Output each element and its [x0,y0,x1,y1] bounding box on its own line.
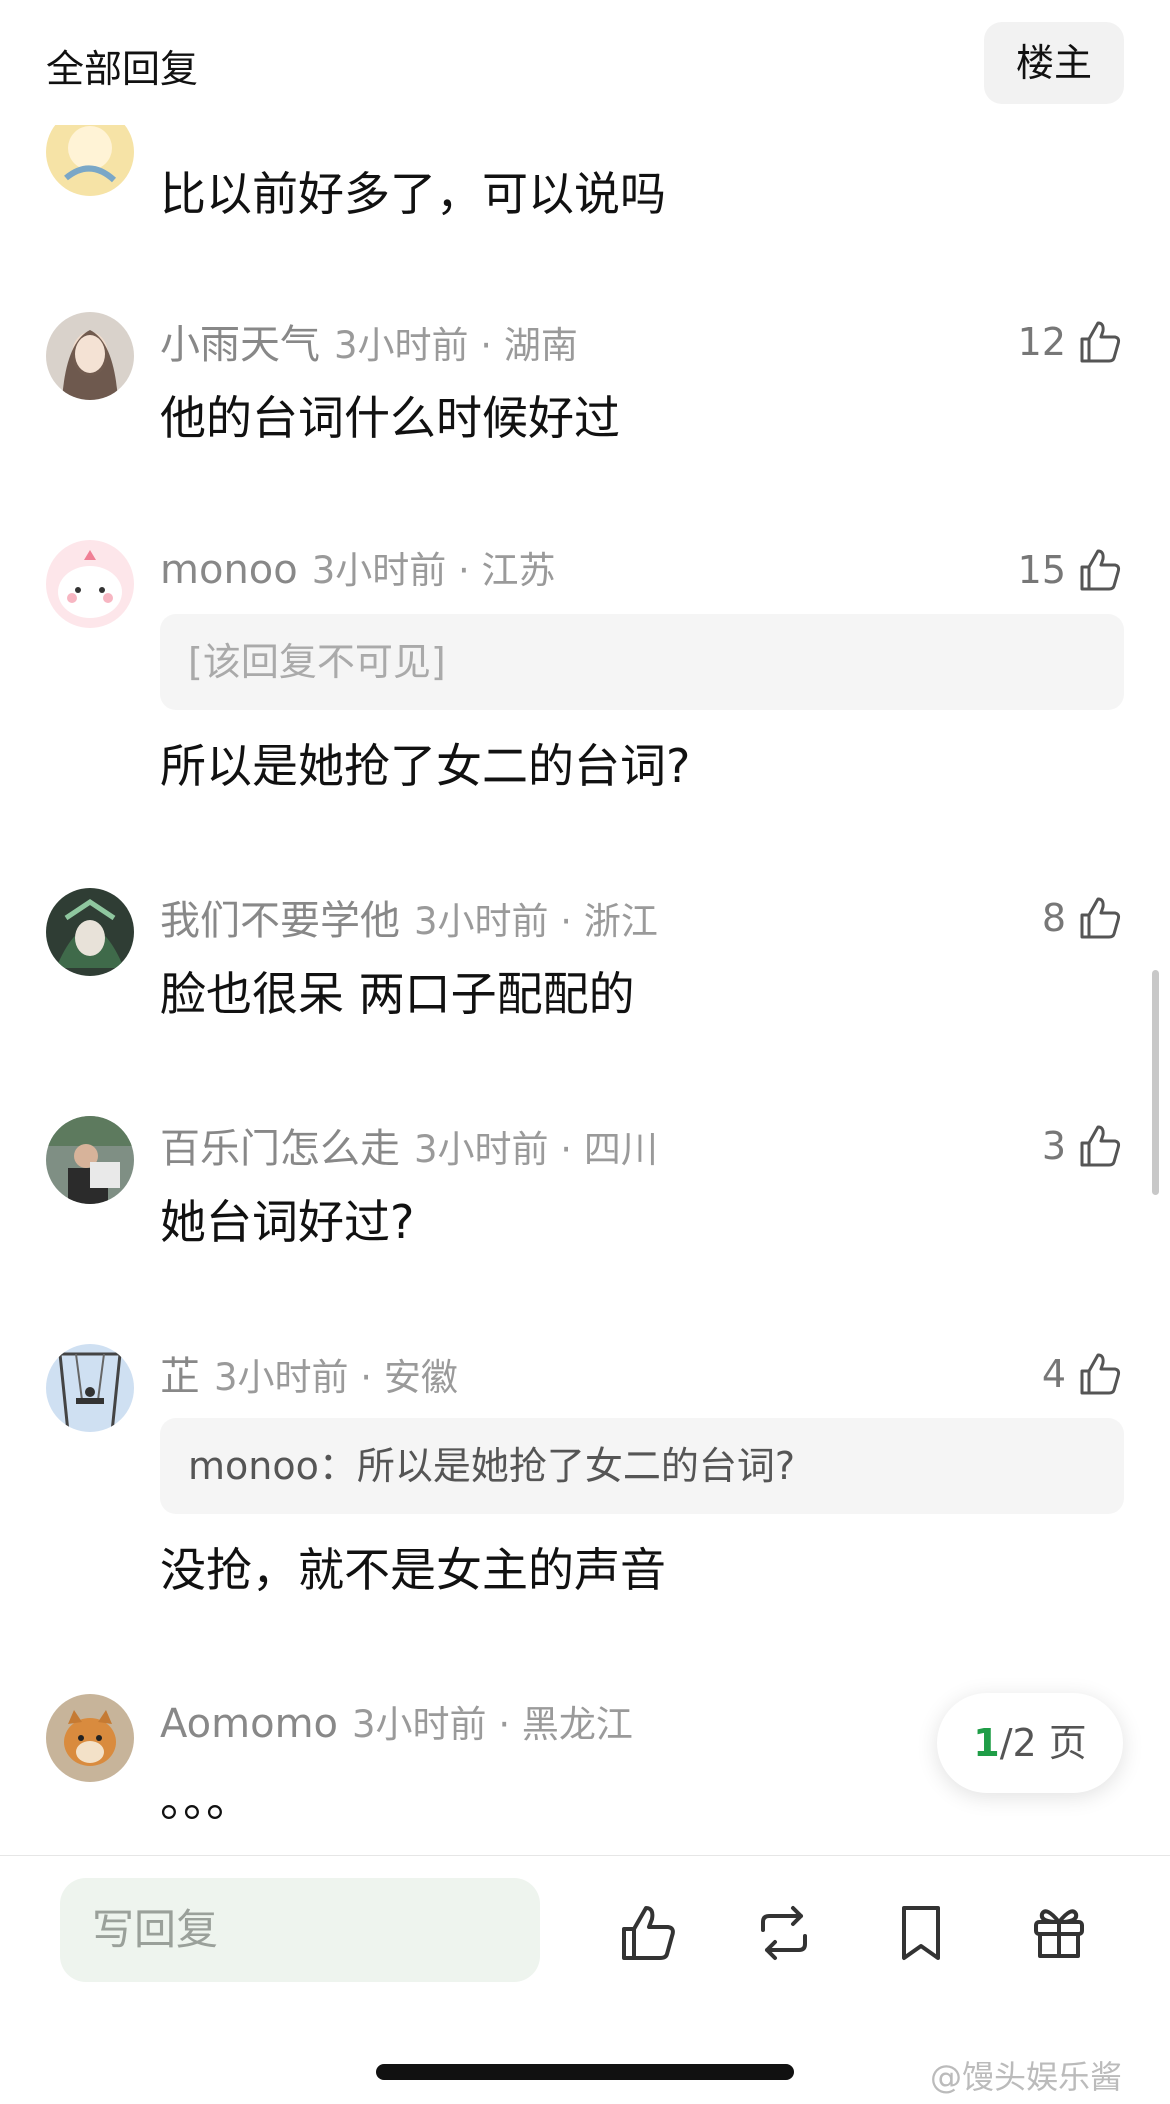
username[interactable]: 百乐门怎么走 [160,1126,400,1172]
gift-icon [1034,1909,1084,1958]
quoted-reply: [该回复不可见] [160,614,1124,710]
like-post-button[interactable] [614,1900,680,1966]
owner-only-button[interactable]: 楼主 [984,22,1124,104]
thumbs-up-icon [1080,1353,1121,1395]
comment-text: 脸也很呆 两口子配配的 [160,967,635,1021]
timestamp-location: 3小时前 · 湖南 [334,324,578,367]
page-header: 全部回复 楼主 [0,0,1170,125]
comment-text: 比以前好多了，可以说吗 [160,167,666,221]
username[interactable]: 小雨天气 [160,322,320,368]
quoted-reply[interactable]: monoo：所以是她抢了女二的台词? [160,1418,1124,1514]
watermark: @馒头娱乐酱 [930,2058,1123,2096]
timestamp-location: 3小时前 · 黑龙江 [352,1703,633,1746]
repost-button[interactable] [751,1900,817,1966]
reply-input[interactable]: 写回复 [60,1878,540,1982]
repost-icon [761,1906,807,1960]
gift-button[interactable] [1026,1900,1092,1966]
comment-meta: 百乐门怎么走 3小时前 · 四川 [160,1116,658,1176]
comment-text: 。。。 [160,1773,252,1827]
timestamp-location: 3小时前 · 安徽 [214,1356,458,1399]
avatar[interactable] [46,888,134,976]
username[interactable]: 我们不要学他 [160,898,400,944]
comment-meta: 我们不要学他 3小时前 · 浙江 [160,888,658,948]
thumbs-up-icon [1080,549,1121,591]
bottom-action-bar: 写回复 @馒头娱乐酱 [0,1855,1170,2104]
like-button[interactable]: 8 [1042,888,1124,948]
like-button[interactable]: 3 [1042,1116,1124,1176]
comment-meta: 芷 3小时前 · 安徽 [160,1344,458,1404]
comment-text: 她台词好过? [160,1195,415,1249]
username[interactable]: Aomomo [160,1701,338,1747]
avatar[interactable] [46,312,134,400]
comment-meta: Aomomo 3小时前 · 黑龙江 [160,1694,633,1754]
like-count: 15 [1017,548,1066,592]
total-pages: /2 页 [999,1721,1087,1765]
timestamp-location: 3小时前 · 江苏 [311,549,556,592]
comment-list: 比以前好多了，可以说吗 小雨天气 3小时前 · 湖南 12 他的台词什么时候好过 … [0,0,1170,1855]
like-button[interactable]: 12 [1018,312,1124,372]
avatar[interactable] [46,1116,134,1204]
bookmark-icon [902,1906,940,1960]
page-title: 全部回复 [46,47,199,91]
avatar[interactable] [46,1344,134,1432]
comment-text: 所以是她抢了女二的台词? [160,739,691,793]
comment-meta: 小雨天气 3小时前 · 湖南 [160,312,578,372]
thumbs-up-icon [622,1906,675,1960]
page-indicator[interactable]: 1/2 页 [937,1693,1123,1793]
thumbs-up-icon [1080,897,1121,939]
like-count: 8 [1041,896,1066,940]
thumbs-up-icon [1080,1125,1121,1167]
timestamp-location: 3小时前 · 浙江 [414,900,658,943]
like-button[interactable]: 15 [1018,540,1124,600]
username[interactable]: 芷 [160,1354,200,1400]
like-count: 3 [1041,1124,1066,1168]
avatar[interactable] [46,540,134,628]
comment-text: 没抢，就不是女主的声音 [160,1543,666,1597]
bookmark-button[interactable] [888,1900,954,1966]
like-count: 12 [1017,320,1066,364]
avatar[interactable] [46,1694,134,1782]
timestamp-location: 3小时前 · 四川 [414,1128,658,1171]
current-page: 1 [973,1721,1000,1765]
like-count: 4 [1041,1352,1066,1396]
username[interactable]: monoo [160,547,298,593]
scrollbar[interactable] [1152,970,1159,1195]
home-indicator [376,2064,794,2080]
comment-text: 他的台词什么时候好过 [160,391,620,445]
comment-meta: monoo 3小时前 · 江苏 [160,540,556,600]
thumbs-up-icon [1080,321,1121,363]
like-button[interactable]: 4 [1042,1344,1124,1404]
